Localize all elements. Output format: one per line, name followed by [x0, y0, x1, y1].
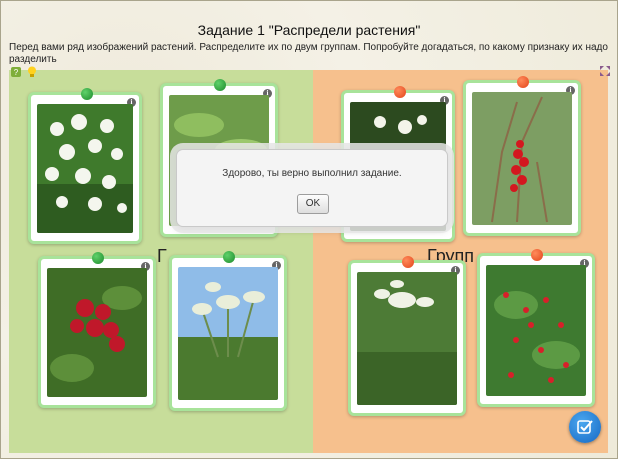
plant-card[interactable]: i	[28, 88, 142, 244]
plant-card[interactable]: i	[348, 256, 466, 416]
sorting-board: Г Групп i i i i i i i i Здорово, ты верн…	[9, 70, 608, 453]
expand-icon[interactable]	[600, 66, 610, 79]
plant-image	[47, 268, 147, 397]
help-icon[interactable]: ?	[10, 66, 22, 81]
task-description: Перед вами ряд изображений растений. Рас…	[9, 42, 608, 65]
pin-green-icon	[81, 88, 93, 100]
check-answer-button[interactable]	[569, 411, 601, 443]
group-label-left: Г	[157, 246, 167, 266]
pin-red-icon	[531, 249, 543, 261]
pin-green-icon	[92, 252, 104, 264]
check-icon	[577, 420, 593, 434]
plant-image	[178, 267, 278, 400]
svg-text:?: ?	[14, 68, 19, 77]
toolbar: ?	[10, 66, 39, 81]
plant-card[interactable]: i	[169, 251, 287, 411]
pin-red-icon	[394, 86, 406, 98]
plant-image	[37, 104, 133, 233]
pin-red-icon	[517, 76, 529, 88]
pin-green-icon	[223, 251, 235, 263]
plant-image	[486, 265, 586, 396]
lightbulb-icon[interactable]	[27, 66, 37, 81]
pin-red-icon	[402, 256, 414, 268]
plant-card[interactable]: i	[38, 252, 156, 408]
dialog-message: Здорово, ты верно выполнил задание.	[222, 168, 402, 179]
success-dialog: Здорово, ты верно выполнил задание. OK	[176, 149, 448, 227]
ok-button[interactable]: OK	[297, 194, 329, 214]
plant-image	[472, 92, 572, 225]
plant-image	[357, 272, 457, 405]
page-title: Задание 1 "Распредели растения"	[197, 22, 421, 38]
plant-card[interactable]: i	[477, 249, 595, 407]
pin-green-icon	[214, 79, 226, 91]
plant-card[interactable]: i	[463, 76, 581, 236]
